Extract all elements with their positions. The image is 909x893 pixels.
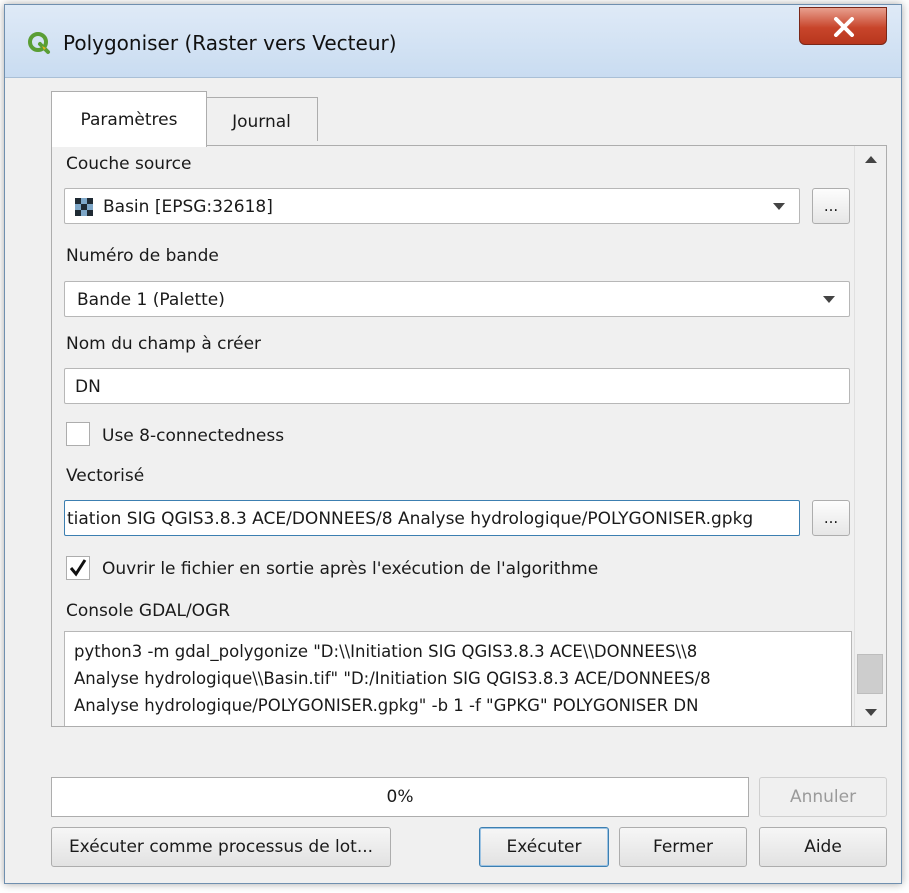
field-name-label: Nom du champ à créer [66,334,262,354]
chevron-down-icon [773,203,785,210]
close-icon [834,17,854,37]
scroll-thumb[interactable] [857,654,883,694]
progress-text: 0% [386,787,414,807]
batch-process-button[interactable]: Exécuter comme processus de lot... [51,827,391,867]
title-bar[interactable]: Polygoniser (Raster vers Vecteur) [5,5,901,78]
window-title: Polygoniser (Raster vers Vecteur) [63,31,397,55]
panel-scrollbar[interactable] [854,146,886,726]
open-output-label: Ouvrir le fichier en sortie après l'exéc… [102,559,599,579]
dialog-window: Polygoniser (Raster vers Vecteur) Paramè… [4,4,902,884]
source-layer-value: Basin [EPSG:32618] [103,197,273,217]
tab-label: Journal [232,112,291,132]
console-line: Analyse hydrologique\\Basin.tif" "D:/Ini… [74,669,711,688]
connectedness-label: Use 8-connectedness [102,426,285,446]
progress-bar: 0% [51,777,749,817]
band-combo[interactable]: Bande 1 (Palette) [64,281,850,317]
cancel-button[interactable]: Annuler [759,777,887,817]
open-output-checkbox[interactable] [66,556,90,580]
field-name-input[interactable]: DN [64,368,850,404]
output-path-input[interactable]: tiation SIG QGIS3.8.3 ACE/DONNEES/8 Anal… [64,500,800,536]
help-button[interactable]: Aide [759,827,887,867]
band-label: Numéro de bande [66,246,219,266]
tab-parametres[interactable]: Paramètres [51,91,207,147]
source-layer-combo[interactable]: Basin [EPSG:32618] [64,188,800,224]
output-path-value: tiation SIG QGIS3.8.3 ACE/DONNEES/8 Anal… [67,509,754,529]
qgis-logo-icon [28,32,50,54]
chevron-down-icon [823,296,835,303]
scroll-down-icon[interactable] [865,709,877,716]
tab-journal[interactable]: Journal [205,97,318,141]
output-label: Vectorisé [66,466,145,486]
field-name-value: DN [75,377,101,397]
console-label: Console GDAL/OGR [66,601,231,621]
scroll-up-icon[interactable] [865,156,877,163]
tab-label: Paramètres [80,110,178,130]
band-value: Bande 1 (Palette) [77,290,225,310]
source-layer-label: Couche source [66,154,192,174]
close-window-button[interactable] [799,7,887,45]
parameters-panel: Couche source Basin [EPSG:32618] ... Num… [51,145,887,727]
raster-layer-icon [75,198,93,216]
console-line: Analyse hydrologique/POLYGONISER.gpkg" -… [74,696,699,715]
run-button[interactable]: Exécuter [479,827,609,867]
source-layer-browse-button[interactable]: ... [812,188,850,224]
console-line: python3 -m gdal_polygonize "D:\\Initiati… [74,642,698,661]
connectedness-checkbox[interactable] [66,422,90,446]
gdal-console-textbox[interactable]: python3 -m gdal_polygonize "D:\\Initiati… [64,631,852,726]
output-browse-button[interactable]: ... [812,500,850,536]
checkmark-icon [69,559,87,577]
close-button[interactable]: Fermer [619,827,747,867]
